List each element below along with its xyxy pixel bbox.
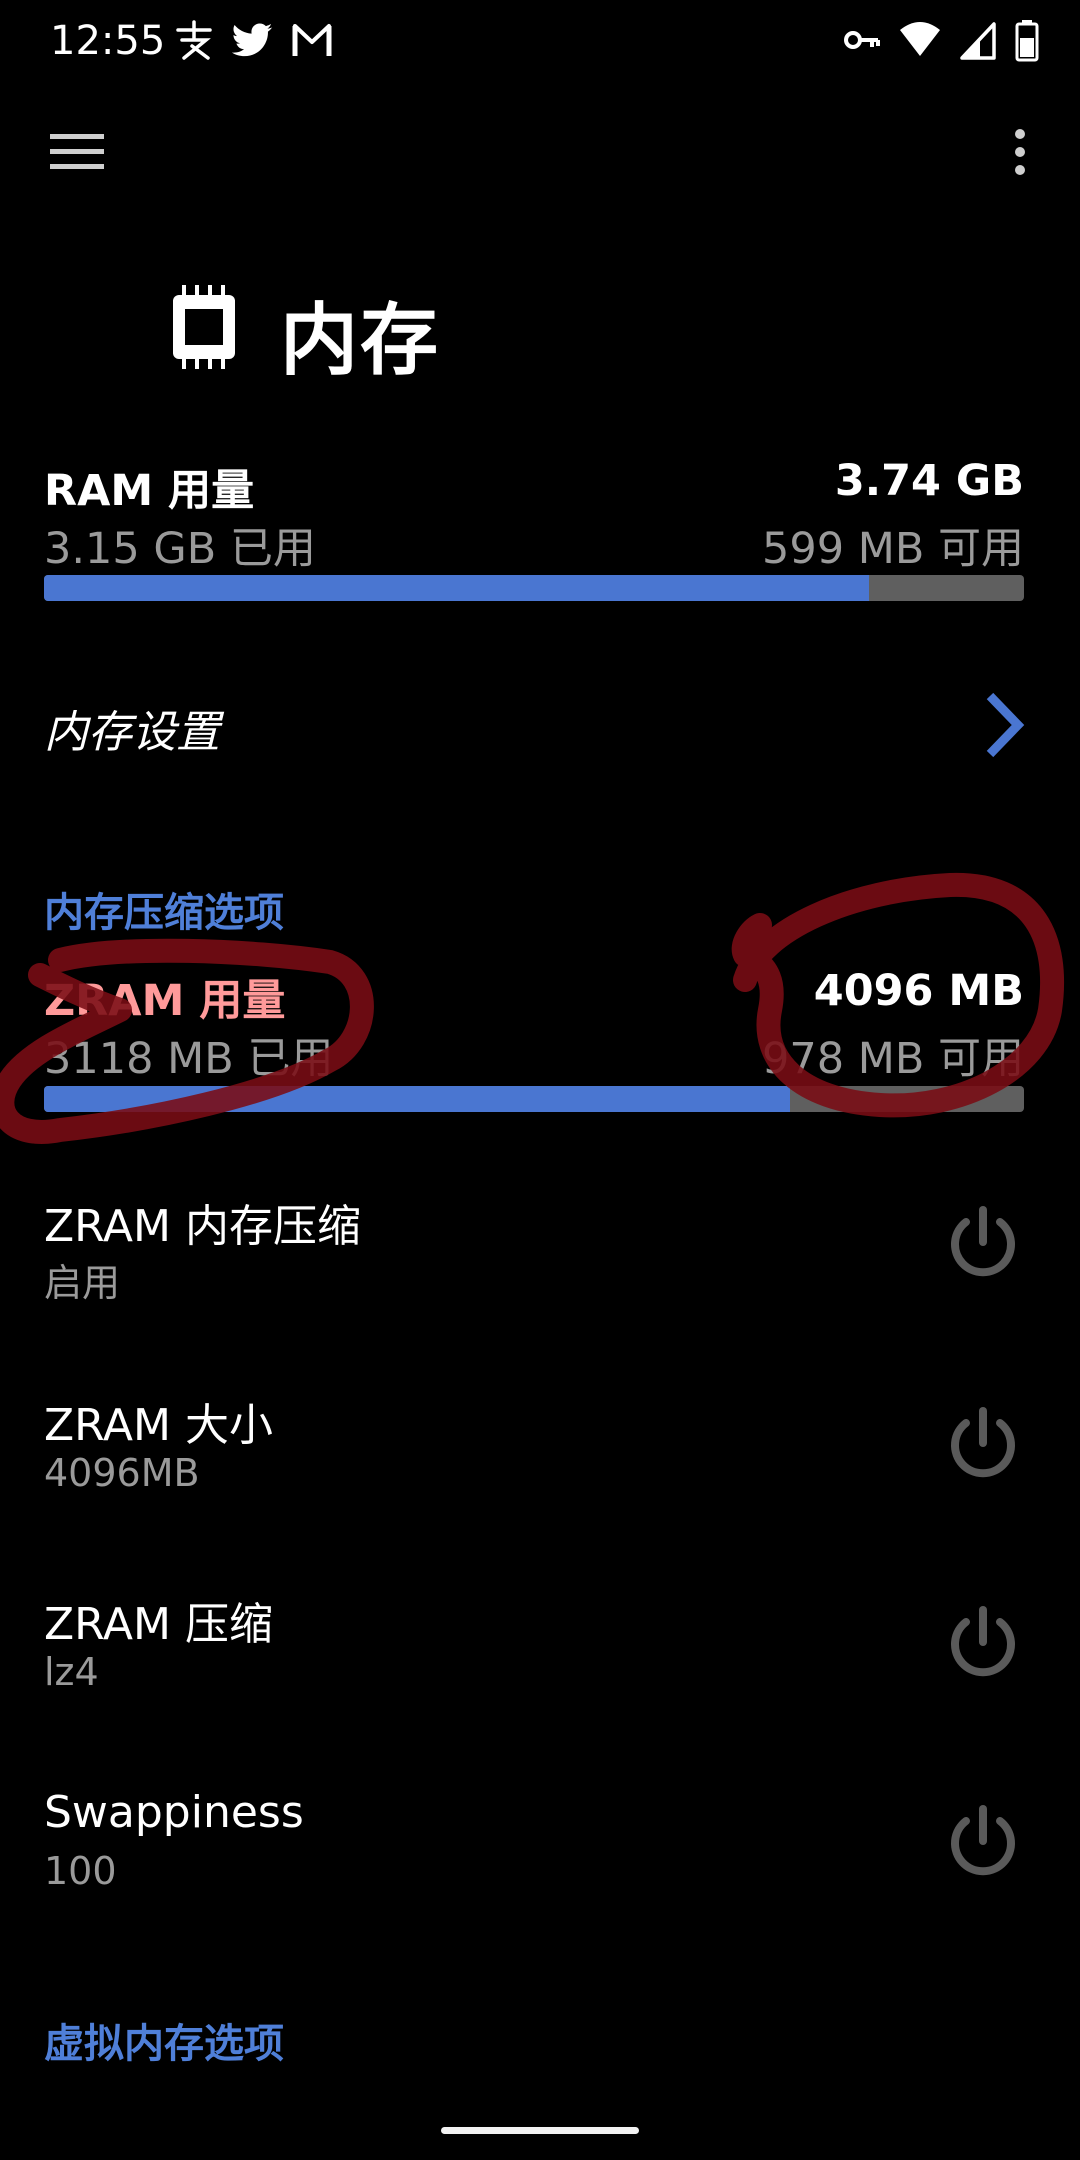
- vpn-key-icon: [844, 31, 880, 49]
- page-title: 内存: [280, 296, 441, 386]
- more-vert-icon: [1015, 129, 1025, 175]
- status-time: 12:55: [50, 18, 166, 64]
- item-value: 4096MB: [44, 1451, 200, 1495]
- item-title: ZRAM 大小: [44, 1400, 273, 1451]
- item-value: 启用: [44, 1261, 121, 1305]
- status-icons: [842, 18, 1040, 62]
- power-icon[interactable]: [944, 1604, 1022, 1682]
- gesture-nav-handle[interactable]: [441, 2127, 639, 2134]
- zram-used: 3118 MB 已用: [44, 1034, 334, 1084]
- ram-usage-bar-fill: [44, 575, 870, 601]
- gmail-icon: [292, 24, 332, 56]
- power-icon[interactable]: [944, 1803, 1022, 1881]
- memory-settings-link[interactable]: 内存设置: [44, 696, 220, 760]
- wifi-icon: [900, 22, 940, 56]
- zram-usage-bar-fill: [44, 1086, 790, 1112]
- list-item-zram-enable[interactable]: ZRAM 内存压缩 启用: [0, 1180, 1080, 1340]
- list-item-zram-compression[interactable]: ZRAM 压缩 lz4: [0, 1578, 1080, 1738]
- power-icon[interactable]: [944, 1405, 1022, 1483]
- list-item-zram-size[interactable]: ZRAM 大小 4096MB: [0, 1379, 1080, 1539]
- power-icon[interactable]: [944, 1204, 1022, 1282]
- chevron-right-icon[interactable]: [980, 690, 1030, 760]
- alipay-icon: [176, 20, 212, 60]
- ram-total: 3.74 GB: [834, 456, 1024, 506]
- ram-free: 599 MB 可用: [761, 524, 1024, 574]
- zram-usage-label: ZRAM 用量: [44, 976, 286, 1026]
- ram-usage-label: RAM 用量: [44, 466, 255, 516]
- twitter-icon: [231, 23, 273, 57]
- hamburger-menu-icon: [50, 134, 104, 169]
- more-options-button[interactable]: [988, 120, 1052, 184]
- menu-button[interactable]: [40, 120, 114, 184]
- section-header-zram: 内存压缩选项: [44, 890, 284, 936]
- battery-icon: [1015, 20, 1039, 62]
- item-title: Swappiness: [44, 1787, 304, 1838]
- item-value: 100: [44, 1849, 117, 1893]
- item-title: ZRAM 内存压缩: [44, 1201, 361, 1252]
- ram-usage-bar: [44, 575, 1024, 601]
- zram-free: 978 MB 可用: [761, 1034, 1024, 1084]
- cell-signal-icon: [960, 22, 996, 60]
- zram-usage-bar: [44, 1086, 1024, 1112]
- list-item-swappiness[interactable]: Swappiness 100: [0, 1777, 1080, 1937]
- ram-used: 3.15 GB 已用: [44, 524, 316, 574]
- section-header-vm: 虚拟内存选项: [44, 2021, 284, 2067]
- zram-total: 4096 MB: [813, 966, 1024, 1016]
- item-title: ZRAM 压缩: [44, 1599, 273, 1650]
- memory-chip-icon: [173, 285, 235, 369]
- item-value: lz4: [44, 1650, 99, 1694]
